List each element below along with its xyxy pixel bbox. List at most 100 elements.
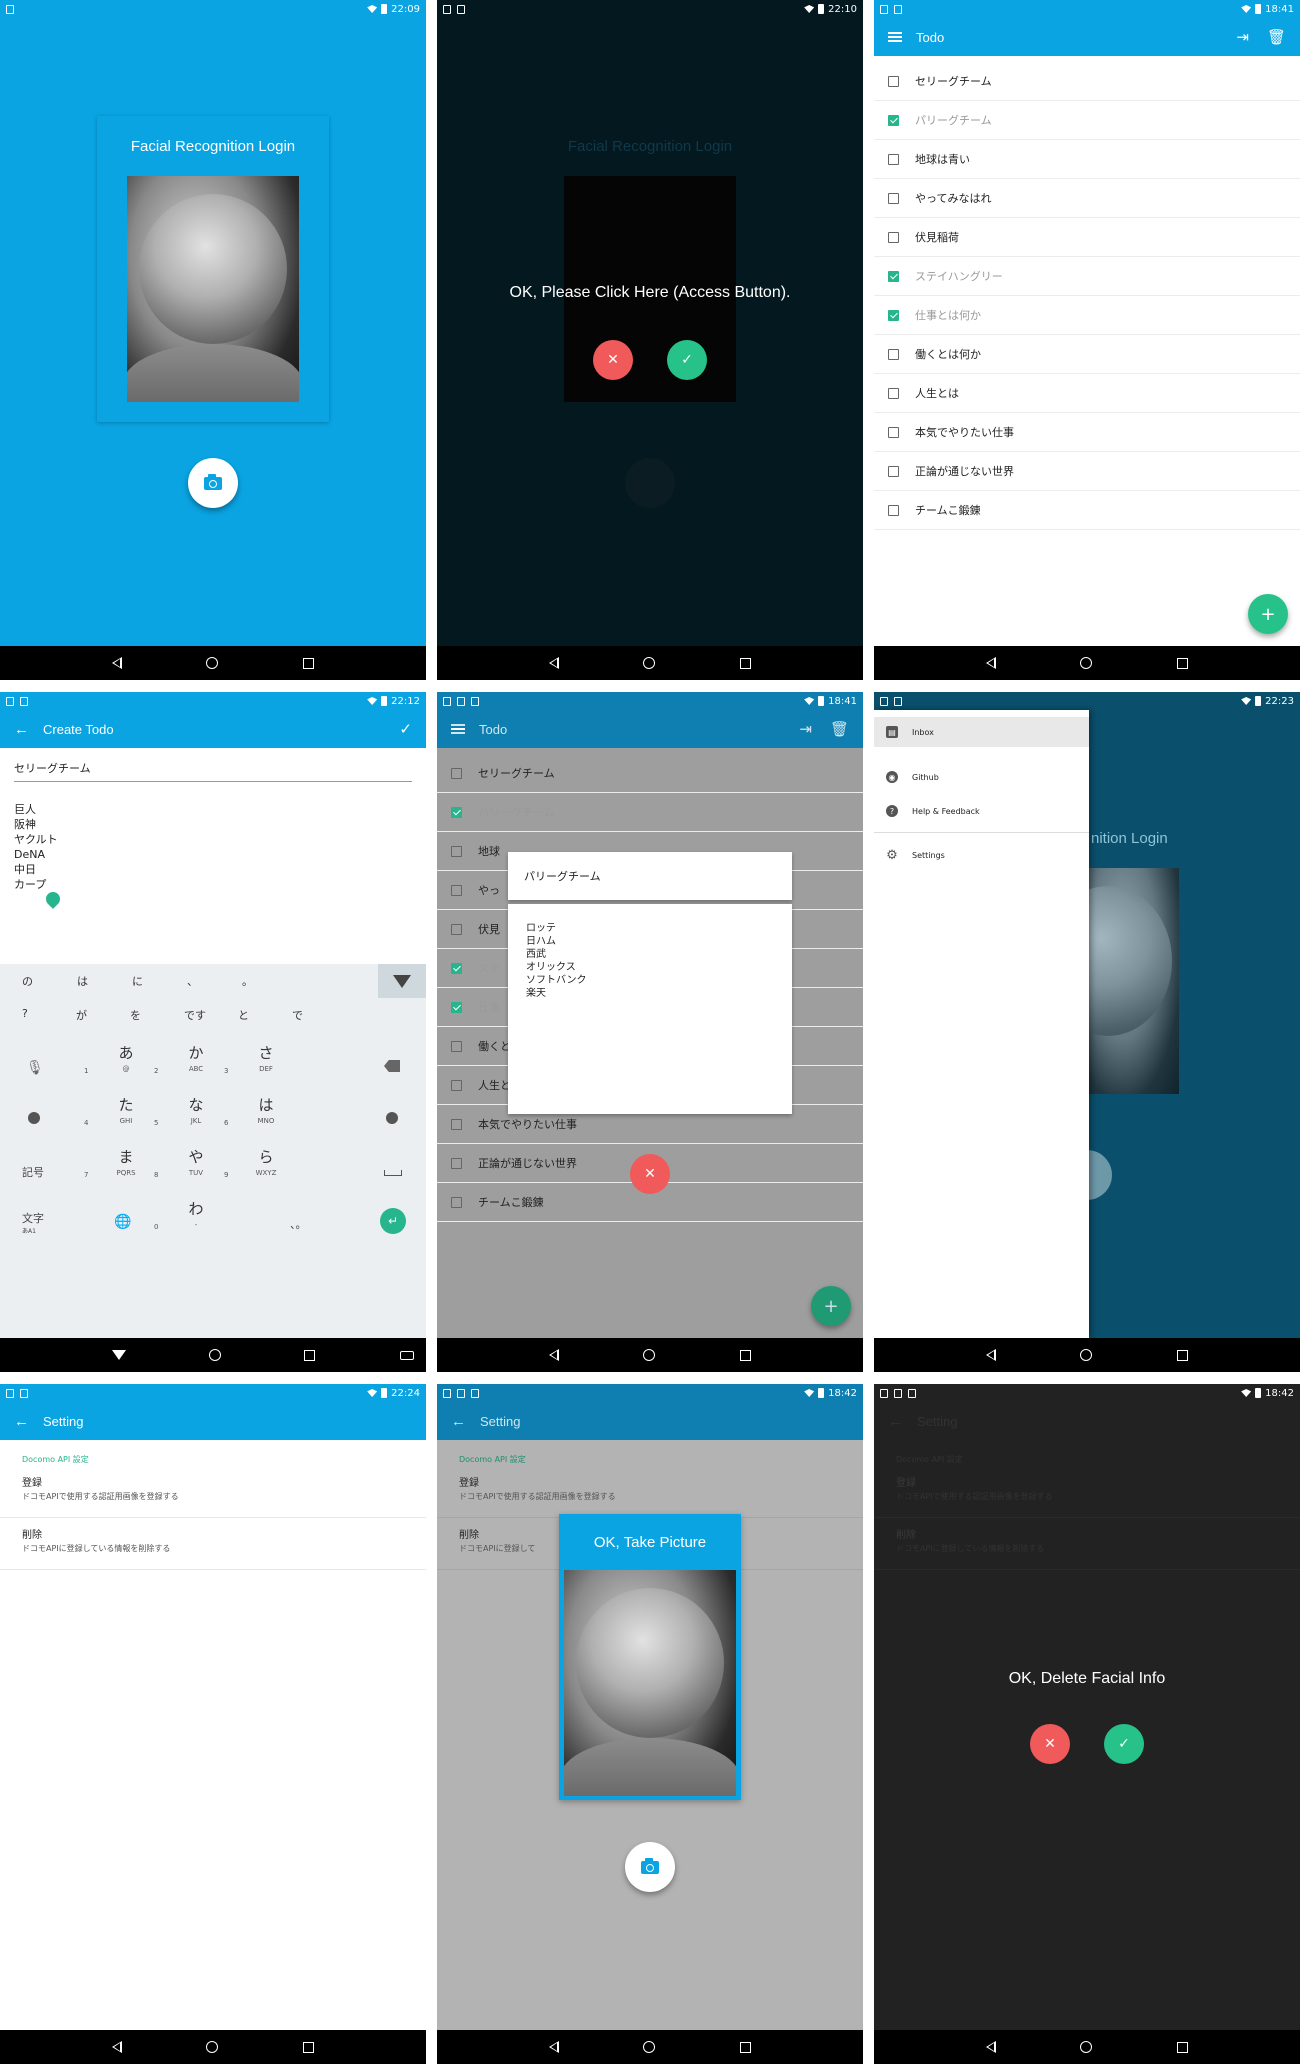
back-icon[interactable] <box>986 657 997 669</box>
suggestion-word[interactable]: に <box>132 973 143 989</box>
back-icon[interactable] <box>112 2041 123 2053</box>
home-icon[interactable] <box>206 657 219 669</box>
right-arrow-key[interactable] <box>386 1112 398 1124</box>
home-icon[interactable] <box>1080 2041 1093 2053</box>
todo-checkbox[interactable] <box>888 504 899 516</box>
recents-icon[interactable] <box>1176 2041 1188 2053</box>
todo-row[interactable]: 仕事とは何か <box>874 296 1300 335</box>
confirm-button[interactable]: ✓ <box>1104 1724 1144 1764</box>
drawer-item[interactable]: ◉ Github <box>874 762 1089 792</box>
recents-icon[interactable] <box>1176 1349 1188 1361</box>
mic-key[interactable]: 🎙 <box>26 1060 44 1076</box>
collapse-keyboard-key[interactable] <box>378 964 426 998</box>
home-icon[interactable] <box>1080 657 1093 669</box>
todo-checkbox[interactable] <box>888 75 899 87</box>
hide-keyboard-icon[interactable] <box>111 1350 126 1360</box>
text-cursor-handle[interactable] <box>43 889 63 909</box>
keyboard-icon[interactable] <box>400 1350 414 1360</box>
todo-checkbox[interactable] <box>451 884 462 896</box>
todo-row[interactable]: 本気でやりたい仕事 <box>874 413 1300 452</box>
todo-row[interactable]: セリーグチーム <box>437 754 863 793</box>
dialog-title[interactable]: パリーグチーム <box>508 852 792 900</box>
cancel-button[interactable]: ✕ <box>1030 1724 1070 1764</box>
mode-key[interactable]: 文字 あA1 <box>22 1210 44 1235</box>
suggestion-word[interactable]: で <box>292 1007 303 1023</box>
kana-key[interactable]: さ DEF 3 <box>224 1042 286 1075</box>
todo-checkbox[interactable] <box>888 153 899 165</box>
left-arrow-key[interactable] <box>28 1112 40 1124</box>
back-arrow-icon[interactable]: ← <box>14 1413 29 1430</box>
todo-checkbox[interactable] <box>451 1157 462 1169</box>
kana-key[interactable]: な JKL 5 <box>154 1094 216 1127</box>
kana-key[interactable]: ら WXYZ 9 <box>224 1146 286 1179</box>
back-icon[interactable] <box>549 657 560 669</box>
backspace-key[interactable] <box>384 1060 400 1072</box>
todo-checkbox[interactable] <box>888 348 899 360</box>
todo-checkbox[interactable] <box>888 426 899 438</box>
todo-row[interactable]: セリーグチーム <box>874 62 1300 101</box>
suggestion-word[interactable]: が <box>76 1007 87 1023</box>
todo-checkbox[interactable] <box>451 767 462 779</box>
todo-checkbox[interactable] <box>451 1196 462 1208</box>
todo-checkbox[interactable] <box>888 114 899 126</box>
home-icon[interactable] <box>1080 1349 1093 1361</box>
suggestion-word[interactable]: の <box>22 973 33 989</box>
back-icon[interactable] <box>112 657 123 669</box>
todo-row[interactable]: 伏見稲荷 <box>874 218 1300 257</box>
kana-key[interactable]: ま PQRS 7 <box>84 1146 146 1179</box>
recents-icon[interactable] <box>739 657 751 669</box>
add-todo-button[interactable]: + <box>811 1286 851 1326</box>
suggestion-word[interactable]: 。 <box>242 973 253 989</box>
cancel-button[interactable]: ✕ <box>593 340 633 380</box>
title-input[interactable]: セリーグチーム <box>14 760 412 782</box>
recents-icon[interactable] <box>1176 657 1188 669</box>
todo-checkbox[interactable] <box>451 806 462 818</box>
dialog-body[interactable]: ロッテ 日ハム 西武 オリックス ソフトバンク 楽天 <box>508 904 792 1114</box>
todo-row[interactable]: パリーグチーム <box>437 793 863 832</box>
recents-icon[interactable] <box>739 2041 751 2053</box>
recents-icon[interactable] <box>303 1349 315 1361</box>
todo-row[interactable]: 人生とは <box>874 374 1300 413</box>
todo-row[interactable]: 働くとは何か <box>874 335 1300 374</box>
todo-row[interactable]: やってみなはれ <box>874 179 1300 218</box>
recents-icon[interactable] <box>302 2041 314 2053</box>
back-icon[interactable] <box>549 2041 560 2053</box>
menu-icon[interactable] <box>888 32 902 42</box>
kana-key[interactable]: や TUV 8 <box>154 1146 216 1179</box>
drawer-item[interactable]: ⚙ Settings <box>874 840 1089 870</box>
kana-key[interactable]: は MNO 6 <box>224 1094 286 1127</box>
todo-row[interactable]: 正論が通じない世界 <box>874 452 1300 491</box>
kana-key[interactable]: た GHI 4 <box>84 1094 146 1127</box>
todo-checkbox[interactable] <box>888 231 899 243</box>
todo-checkbox[interactable] <box>888 270 899 282</box>
todo-checkbox[interactable] <box>888 387 899 399</box>
todo-checkbox[interactable] <box>451 923 462 935</box>
body-textarea[interactable]: 巨人 阪神 ヤクルト DeNA 中日 カープ <box>14 802 412 892</box>
punct-key[interactable]: 、。 <box>290 1216 307 1232</box>
home-icon[interactable] <box>208 1349 221 1361</box>
globe-key[interactable]: 🌐 <box>114 1214 131 1230</box>
kana-key[interactable]: わ - 0 <box>154 1198 216 1231</box>
suggestion-word[interactable]: 、 <box>187 973 198 989</box>
back-icon[interactable] <box>549 1349 560 1361</box>
close-dialog-button[interactable]: ✕ <box>630 1154 670 1194</box>
take-picture-button[interactable] <box>625 1842 675 1892</box>
confirm-button[interactable]: ✓ <box>667 340 707 380</box>
recents-icon[interactable] <box>302 657 314 669</box>
home-icon[interactable] <box>206 2041 219 2053</box>
back-icon[interactable] <box>986 2041 997 2053</box>
drawer-item[interactable]: ? Help & Feedback <box>874 796 1089 826</box>
todo-checkbox[interactable] <box>451 1040 462 1052</box>
todo-checkbox[interactable] <box>888 309 899 321</box>
todo-row[interactable]: パリーグチーム <box>874 101 1300 140</box>
logout-icon[interactable]: ⇥ <box>1236 28 1249 46</box>
symbol-key[interactable]: 記号 <box>22 1164 44 1180</box>
todo-checkbox[interactable] <box>451 1079 462 1091</box>
todo-checkbox[interactable] <box>451 962 462 974</box>
delete-icon[interactable]: 🗑 <box>1267 28 1286 46</box>
home-icon[interactable] <box>643 657 656 669</box>
register-setting[interactable]: 登録 ドコモAPIで使用する認証用画像を登録する <box>0 1466 426 1518</box>
suggestion-word[interactable]: です <box>184 1007 206 1023</box>
suggestion-word[interactable]: と <box>238 1007 249 1023</box>
add-todo-button[interactable]: + <box>1248 594 1288 634</box>
